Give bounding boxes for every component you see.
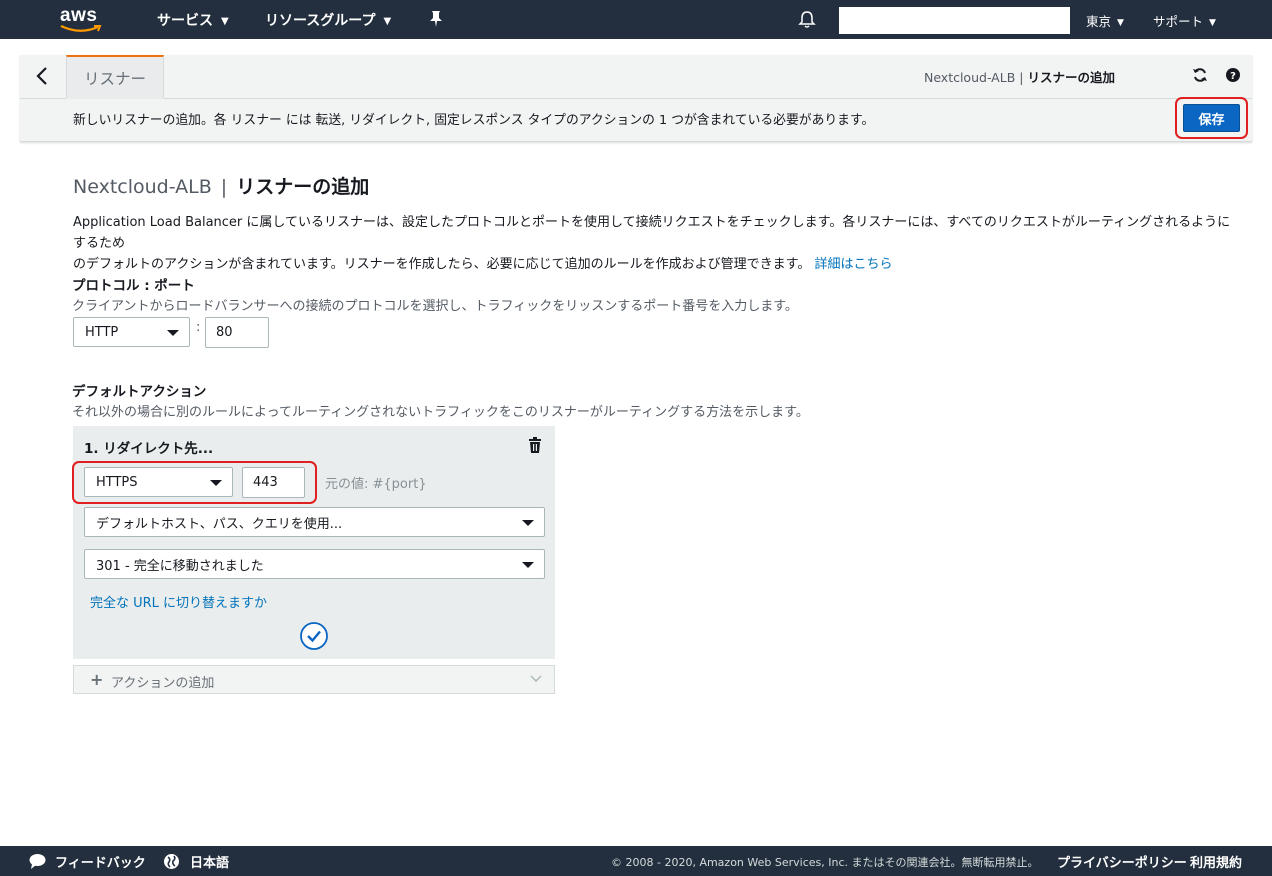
- default-action-title: デフォルトアクション: [72, 384, 207, 400]
- help-icon[interactable]: ?: [1225, 67, 1241, 83]
- learn-more-link[interactable]: 詳細はこちら: [815, 257, 893, 272]
- top-navigation: aws サービス ▼ リソースグループ ▼ 東京 ▼ サポート ▼: [0, 0, 1272, 39]
- page-description: Application Load Balancer に属しているリスナーは、設定…: [73, 212, 1233, 275]
- terms-link[interactable]: 利用規約: [1190, 852, 1242, 871]
- redirect-target-highlight: [72, 461, 317, 504]
- search-input[interactable]: [839, 7, 1070, 34]
- copyright-text: © 2008 - 2020, Amazon Web Services, Inc.…: [611, 856, 1039, 869]
- dropdown-arrow-icon: [522, 520, 534, 526]
- breadcrumb-load-balancer: Nextcloud-ALB: [923, 70, 1016, 85]
- dropdown-arrow-icon: [167, 330, 179, 336]
- page-title: Nextcloud-ALB | リスナーの追加: [73, 172, 369, 199]
- chevron-down-icon: [530, 675, 542, 682]
- page-title-load-balancer: Nextcloud-ALB: [73, 176, 212, 198]
- breadcrumb: Nextcloud-ALB | リスナーの追加: [924, 67, 1115, 86]
- chevron-down-icon: ▼: [383, 15, 392, 27]
- page-title-separator: |: [220, 176, 228, 198]
- footer: フィードバック 日本語 © 2008 - 2020, Amazon Web Se…: [0, 846, 1272, 876]
- protocol-port-description: クライアントからロードバランサーへの接続のプロトコルを選択し、トラフィックをリッ…: [72, 299, 798, 314]
- page-title-page: リスナーの追加: [236, 176, 370, 198]
- description-line-1: Application Load Balancer に属しているリスナーは、設定…: [73, 215, 1231, 251]
- listener-notice-text: 新しいリスナーの追加。各 リスナー には 転送, リダイレクト, 固定レスポンス…: [73, 113, 875, 128]
- original-value-hint: 元の値: #{port}: [325, 477, 427, 492]
- redirect-action-title: 1. リダイレクト先...: [84, 441, 214, 457]
- services-menu[interactable]: サービス ▼: [157, 10, 229, 30]
- protocol-select[interactable]: HTTP: [73, 317, 190, 347]
- pin-icon[interactable]: [428, 10, 444, 28]
- support-label: サポート: [1153, 14, 1204, 29]
- region-label: 東京: [1086, 14, 1112, 29]
- port-input-value: 80: [216, 325, 233, 340]
- services-label: サービス: [157, 13, 213, 29]
- status-code-select[interactable]: 301 - 完全に移動されました: [84, 549, 545, 579]
- host-path-query-value: デフォルトホスト、パス、クエリを使用...: [96, 516, 343, 532]
- resource-groups-menu[interactable]: リソースグループ ▼: [265, 10, 391, 30]
- protocol-port-title: プロトコル : ポート: [72, 278, 195, 294]
- privacy-policy-link[interactable]: プライバシーポリシー: [1057, 852, 1187, 871]
- listener-header-panel: リスナー Nextcloud-ALB | リスナーの追加 ? 新しいリスナーの追加。…: [20, 55, 1252, 142]
- save-button[interactable]: 保存: [1183, 104, 1240, 132]
- plus-icon: +: [90, 670, 104, 689]
- protocol-select-value: HTTP: [85, 324, 119, 340]
- switch-to-full-url-link[interactable]: 完全な URL に切り替えますか: [90, 592, 267, 611]
- aws-smile-icon: [60, 25, 102, 32]
- description-line-2: のデフォルトのアクションが含まれています。リスナーを作成したら、必要に応じて追加…: [73, 257, 811, 272]
- port-input[interactable]: 80: [205, 317, 269, 348]
- host-path-query-select[interactable]: デフォルトホスト、パス、クエリを使用...: [84, 507, 545, 537]
- dropdown-arrow-icon: [522, 562, 534, 568]
- region-menu[interactable]: 東京 ▼: [1086, 11, 1124, 30]
- breadcrumb-separator: |: [1019, 70, 1024, 85]
- aws-logo[interactable]: aws: [60, 4, 104, 34]
- header-divider: [20, 98, 1252, 99]
- save-button-highlight: 保存: [1175, 97, 1248, 139]
- feedback-link[interactable]: フィードバック: [55, 852, 146, 871]
- refresh-icon[interactable]: [1192, 67, 1208, 83]
- resource-groups-label: リソースグループ: [265, 13, 376, 29]
- bell-icon[interactable]: [798, 10, 816, 29]
- breadcrumb-current-page: リスナーの追加: [1027, 70, 1115, 85]
- globe-icon: [164, 854, 179, 869]
- feedback-icon: [29, 854, 46, 869]
- support-menu[interactable]: サポート ▼: [1153, 11, 1216, 30]
- chevron-down-icon: ▼: [221, 15, 229, 27]
- chevron-down-icon: ▼: [1117, 17, 1124, 28]
- add-action-button[interactable]: + アクションの追加: [73, 665, 555, 694]
- add-action-label: アクションの追加: [111, 676, 215, 691]
- tab-listener[interactable]: リスナー: [66, 55, 164, 99]
- tab-underline-fill: [66, 98, 164, 99]
- status-code-value: 301 - 完全に移動されました: [96, 558, 264, 574]
- default-action-description: それ以外の場合に別のルールによってルーティングされないトラフィックをこのリスナー…: [72, 405, 809, 420]
- tab-listener-label: リスナー: [83, 70, 146, 88]
- protocol-port-separator: :: [196, 320, 201, 335]
- language-selector[interactable]: 日本語: [190, 852, 229, 871]
- confirm-check-icon[interactable]: [299, 621, 329, 651]
- svg-text:?: ?: [1230, 71, 1236, 82]
- chevron-down-icon: ▼: [1209, 17, 1216, 28]
- back-arrow-icon[interactable]: [32, 65, 52, 87]
- trash-icon[interactable]: [528, 437, 542, 453]
